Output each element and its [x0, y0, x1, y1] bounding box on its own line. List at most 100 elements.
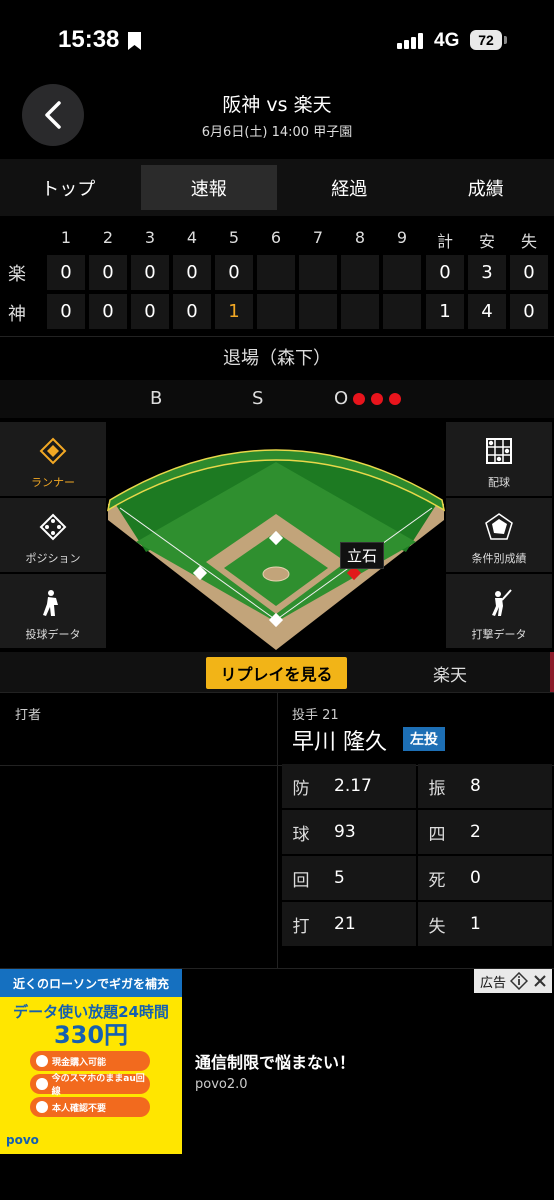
ad-headline[interactable]: 通信制限で悩まない！ — [195, 1049, 355, 1073]
tab-progress[interactable]: 経過 — [281, 159, 418, 216]
score-cell: 0 — [47, 255, 85, 290]
team-label-home: 神 — [8, 304, 26, 325]
battery-tip — [504, 36, 507, 44]
pitcher-name[interactable]: 早川 隆久 — [292, 724, 387, 756]
out-dot — [371, 393, 383, 405]
pitch-chart-button[interactable]: 配球 — [446, 422, 552, 496]
ball-label: B — [150, 388, 163, 409]
tab-live[interactable]: 速報 — [140, 165, 277, 210]
status-bar: 15:38 4G 72 — [0, 0, 554, 82]
score-cell: 0 — [173, 294, 211, 329]
divider — [0, 336, 554, 337]
score-cell-current: 1 — [215, 294, 253, 329]
runner-button[interactable]: ランナー — [0, 422, 106, 496]
network-label: 4G — [434, 30, 460, 51]
stat-key: 四 — [418, 810, 456, 854]
tab-top[interactable]: トップ — [0, 159, 137, 216]
pitching-data-button[interactable]: 投球データ — [0, 574, 106, 648]
count-bar: B S O — [0, 380, 554, 418]
runner-button-label: ランナー — [31, 476, 75, 489]
pitcher-label: 投手 21 — [292, 708, 339, 723]
out-dot — [353, 393, 365, 405]
stat-value: 2.17 — [320, 764, 416, 808]
score-cell — [341, 294, 379, 329]
batting-data-button[interactable]: 打撃データ — [446, 574, 552, 648]
replay-strip: リプレイを見る 楽天 — [0, 652, 554, 692]
batting-data-label: 打撃データ — [471, 628, 527, 641]
ad-sponsor: povo2.0 — [195, 1077, 248, 1092]
total-hits: 4 — [468, 294, 506, 329]
team-label-away: 楽 — [8, 264, 26, 285]
tab-bar: トップ 速報 経過 成績 — [0, 159, 554, 216]
score-cell: 0 — [131, 294, 169, 329]
score-cell — [383, 255, 421, 290]
score-cell — [383, 294, 421, 329]
score-cell: 0 — [131, 255, 169, 290]
bookmark-icon — [128, 32, 141, 50]
ad-image[interactable]: 近くのローソンでギガを補充 データ使い放題24時間 330円 現金購入可能 今の… — [0, 969, 182, 1155]
replay-button[interactable]: リプレイを見る — [206, 657, 347, 689]
inning-header: 7 — [312, 228, 324, 247]
pitching-hand-badge: 左投 — [403, 727, 445, 751]
stat-value: 21 — [320, 902, 416, 946]
batter-icon — [492, 589, 512, 616]
score-cell: 0 — [89, 255, 127, 290]
close-icon[interactable] — [532, 973, 548, 989]
grid-icon — [486, 438, 512, 464]
stat-value: 93 — [320, 810, 416, 854]
runner-tag: 立石 — [340, 542, 385, 569]
position-button[interactable]: ポジション — [0, 498, 106, 572]
inning-header: 8 — [354, 228, 366, 247]
ad-pill-text: 現金購入可能 — [52, 1057, 107, 1068]
ad-badge[interactable]: 広告 — [474, 969, 552, 993]
stat-key: 失 — [418, 902, 456, 946]
bottom-safe-area — [0, 1154, 554, 1200]
ad-image-line: データ使い放題24時間 — [13, 1003, 169, 1021]
strike-label: S — [252, 388, 264, 409]
team-tab[interactable]: 楽天 — [380, 661, 520, 686]
battery-icon: 72 — [470, 30, 502, 50]
ad-pill: 現金購入可能 — [30, 1051, 150, 1071]
out-dot — [389, 393, 401, 405]
stat-value: 5 — [320, 856, 416, 900]
ad-pill: 今のスマホのままau回線 — [30, 1074, 150, 1097]
info-icon[interactable] — [510, 972, 529, 990]
game-info: 6月6日(土) 14:00 甲子園 — [201, 125, 353, 140]
total-errors: 0 — [510, 294, 548, 329]
inning-header: 1 — [60, 228, 72, 247]
ad-image-price: 330円 — [53, 1021, 129, 1049]
team-color-bar — [550, 652, 554, 692]
page-title: 阪神 vs 楽天 — [222, 94, 332, 116]
status-time: 15:38 — [58, 26, 120, 53]
baseball-field — [106, 422, 446, 650]
ad-image-top: 近くのローソンでギガを補充 — [0, 969, 182, 997]
total-runs: 0 — [426, 255, 464, 290]
score-cell: 0 — [173, 255, 211, 290]
scoreboard: 1 2 3 4 5 6 7 8 9 計 安 失 楽 神 0 0 0 0 0 0 … — [0, 222, 554, 330]
radar-icon — [485, 513, 513, 540]
stat-value: 1 — [456, 902, 552, 946]
position-icon — [39, 513, 67, 541]
stat-value: 2 — [456, 810, 552, 854]
total-runs-header: 計 — [436, 232, 453, 251]
tab-stats[interactable]: 成績 — [418, 159, 554, 216]
inning-header: 9 — [396, 228, 408, 247]
pitch-chart-label: 配球 — [488, 476, 510, 489]
pitching-data-label: 投球データ — [25, 628, 81, 641]
split-stats-label: 条件別成績 — [471, 552, 527, 565]
score-cell — [299, 255, 337, 290]
pitcher-icon — [43, 590, 58, 616]
split-stats-button[interactable]: 条件別成績 — [446, 498, 552, 572]
check-icon — [36, 1101, 48, 1113]
ad-banner[interactable]: 近くのローソンでギガを補充 データ使い放題24時間 330円 現金購入可能 今の… — [0, 968, 554, 1155]
score-cell: 0 — [215, 255, 253, 290]
inning-header: 5 — [228, 228, 240, 247]
total-hits: 3 — [468, 255, 506, 290]
event-text: 退場（森下） — [223, 348, 331, 369]
stat-value: 0 — [456, 856, 552, 900]
errors-header: 失 — [520, 232, 537, 251]
stat-key: 振 — [418, 764, 456, 808]
ad-pill-text: 今のスマホのままau回線 — [51, 1074, 145, 1097]
stat-key: 打 — [282, 902, 320, 946]
ad-pill: 本人確認不要 — [30, 1097, 150, 1117]
